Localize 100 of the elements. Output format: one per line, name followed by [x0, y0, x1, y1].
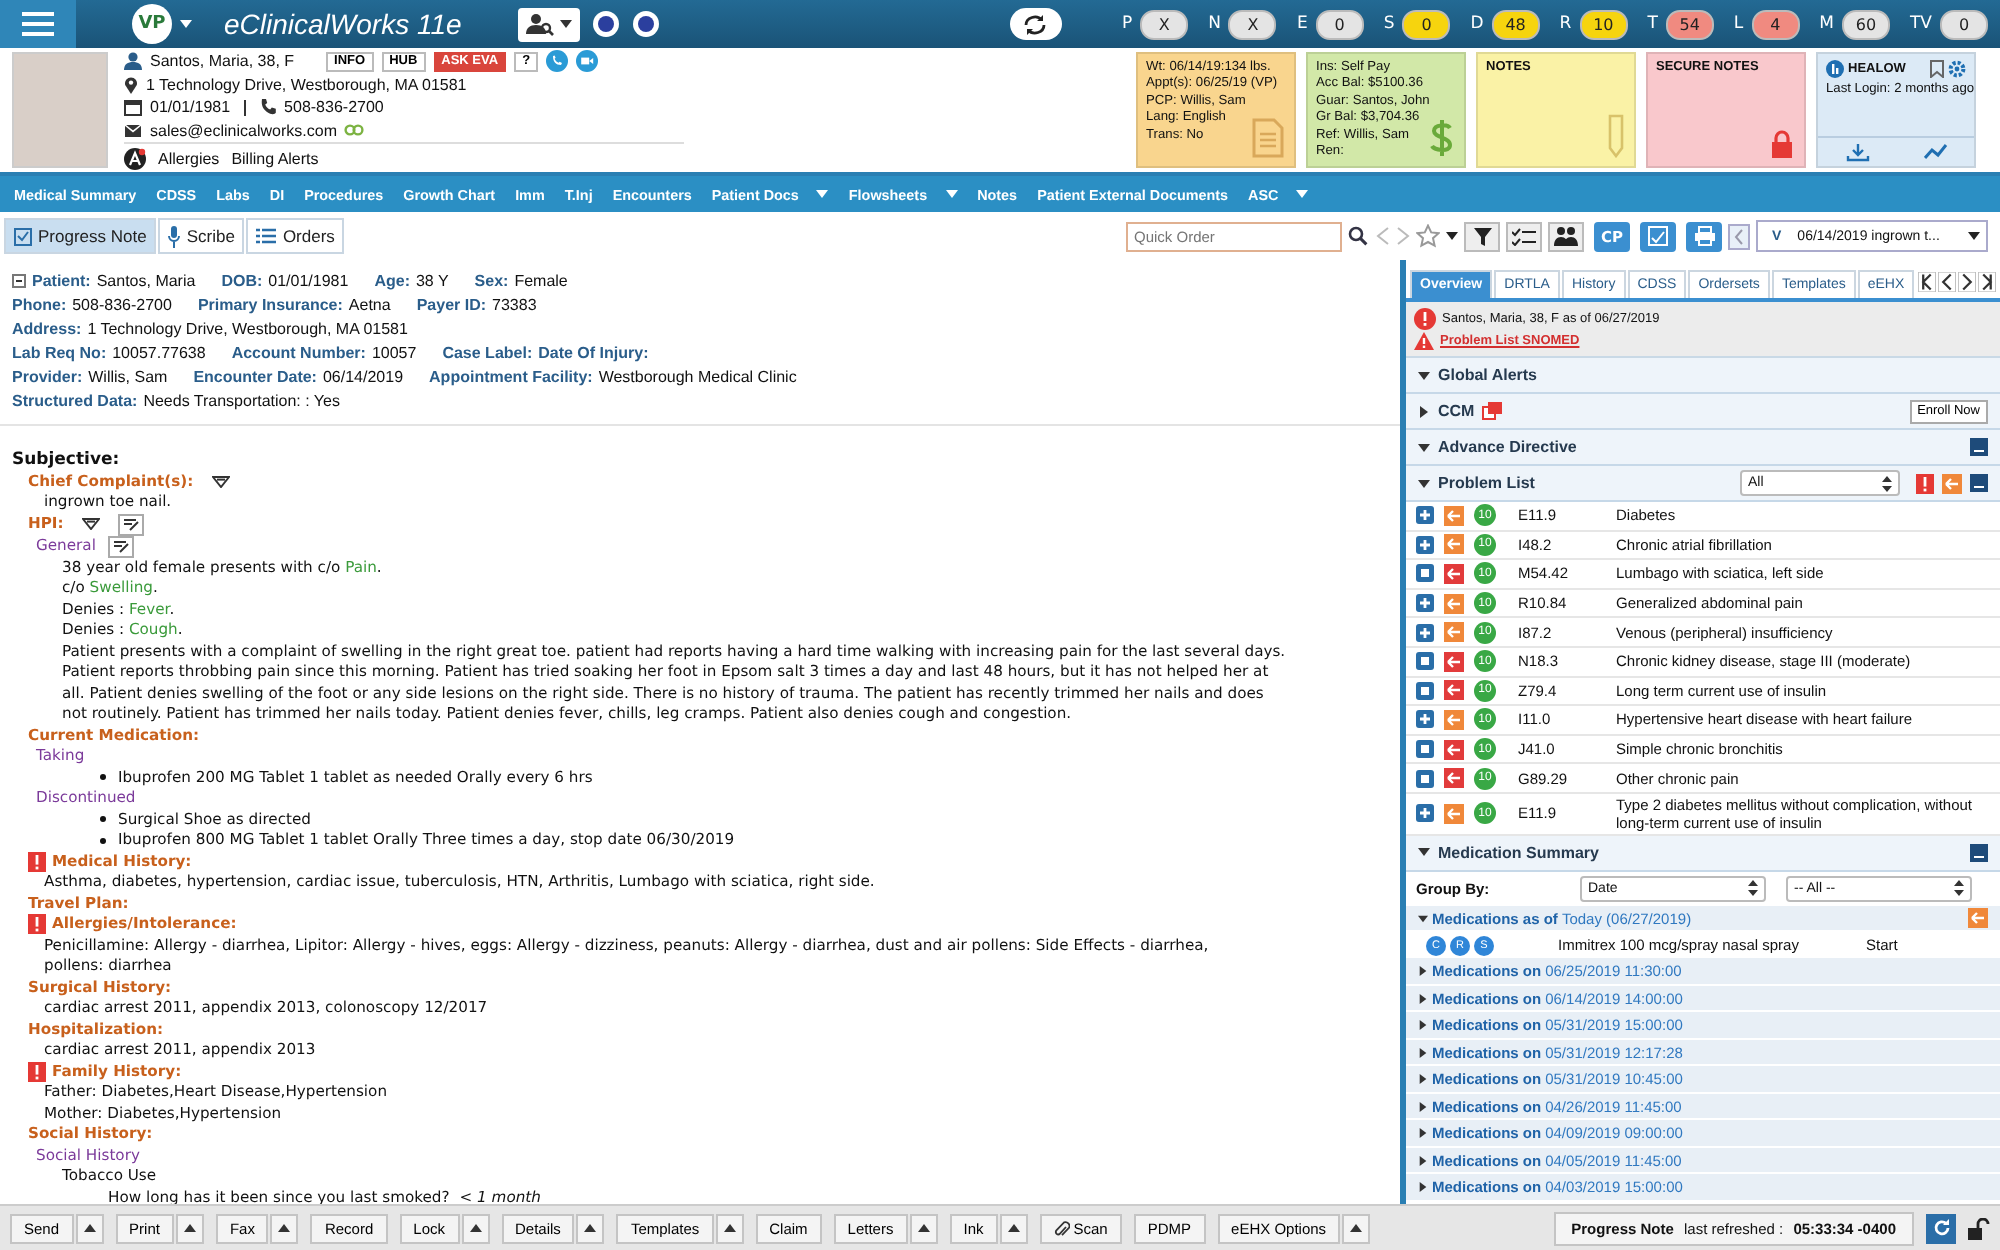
- star-icon[interactable]: [1416, 224, 1440, 248]
- collapse-icon[interactable]: [12, 273, 26, 287]
- counter-badge[interactable]: 10: [1579, 9, 1628, 39]
- last-page-icon[interactable]: [1978, 272, 1997, 292]
- arrow-left-icon[interactable]: [1444, 563, 1464, 584]
- arrow-left-icon[interactable]: [1444, 680, 1464, 701]
- menu-caret-button[interactable]: [270, 1213, 299, 1243]
- menu-caret-button[interactable]: [1342, 1213, 1371, 1243]
- counter-badge[interactable]: 48: [1491, 9, 1540, 39]
- circle-icon[interactable]: [591, 10, 620, 38]
- arrow-left-icon[interactable]: [1444, 803, 1464, 824]
- field-label: Address:: [12, 319, 82, 337]
- expand-icon[interactable]: [1418, 405, 1430, 417]
- expand-icon[interactable]: [1418, 441, 1430, 453]
- square-icon[interactable]: [1416, 740, 1434, 759]
- counter-label: N: [1208, 14, 1221, 34]
- patient-link[interactable]: Billing Alerts: [231, 150, 319, 168]
- previous-icon[interactable]: [1938, 272, 1957, 292]
- minimize-icon[interactable]: [1970, 843, 1988, 862]
- search-icon[interactable]: [1348, 226, 1370, 246]
- phone-icon[interactable]: [546, 50, 569, 72]
- minimize-icon[interactable]: [1970, 438, 1988, 456]
- trend-line-icon[interactable]: [1923, 144, 1947, 160]
- arrow-left-icon[interactable]: [1444, 651, 1464, 672]
- arrow-left-icon[interactable]: [1968, 908, 1988, 929]
- counter-badge[interactable]: 0: [1315, 9, 1364, 39]
- counter-badge[interactable]: 4: [1751, 9, 1800, 39]
- square-icon[interactable]: [1416, 564, 1434, 583]
- counter-badge[interactable]: X: [1228, 9, 1277, 39]
- dropdown-icon[interactable]: [211, 475, 230, 488]
- bookmark-icon[interactable]: [1930, 60, 1944, 78]
- menu-caret-button[interactable]: [175, 1213, 204, 1243]
- arrow-left-icon[interactable]: [1444, 622, 1464, 643]
- alert-icon[interactable]: [1916, 473, 1934, 493]
- panel-header[interactable]: Advance Directive: [1406, 430, 2000, 466]
- people-button[interactable]: [1548, 221, 1584, 251]
- patient-link[interactable]: Allergies: [158, 150, 220, 168]
- expand-icon[interactable]: [1418, 846, 1430, 859]
- edit-icon[interactable]: [117, 513, 144, 535]
- field-label: Primary Insurance:: [197, 295, 343, 313]
- counter-badge[interactable]: 54: [1665, 9, 1714, 39]
- circle-icon[interactable]: [631, 10, 660, 38]
- filter-button[interactable]: [1464, 221, 1500, 251]
- note-button[interactable]: [1640, 221, 1676, 251]
- plus-icon[interactable]: [1416, 710, 1434, 729]
- note-tab[interactable]: Scribe: [158, 218, 245, 254]
- caret-icon[interactable]: [180, 20, 192, 28]
- plus-icon[interactable]: [1416, 623, 1434, 642]
- menu-caret-button[interactable]: [461, 1213, 489, 1243]
- menu-caret-button[interactable]: [715, 1213, 744, 1243]
- menu-button[interactable]: [0, 0, 76, 48]
- first-page-icon[interactable]: [1918, 272, 1937, 292]
- plus-icon[interactable]: [1416, 594, 1434, 613]
- previous-encounter-icon[interactable]: [1728, 223, 1750, 249]
- download-icon[interactable]: [1845, 143, 1869, 161]
- counter-badge[interactable]: 0: [1402, 9, 1451, 39]
- arrow-left-icon[interactable]: [1444, 768, 1464, 789]
- arrow-left-icon[interactable]: [1444, 505, 1464, 526]
- settings-icon[interactable]: [1948, 60, 1966, 78]
- counter-badge[interactable]: 0: [1940, 9, 1988, 39]
- plus-icon[interactable]: [1416, 506, 1434, 525]
- counter-badge[interactable]: X: [1140, 9, 1189, 39]
- checklist-button[interactable]: [1506, 221, 1542, 251]
- panel-title: Global Alerts: [1438, 366, 1537, 384]
- expand-icon[interactable]: [1418, 477, 1430, 489]
- patient-search-button[interactable]: [517, 7, 580, 41]
- square-icon[interactable]: [1416, 681, 1434, 700]
- print-button[interactable]: [1686, 221, 1722, 251]
- arrow-left-icon[interactable]: [1444, 739, 1464, 760]
- square-icon[interactable]: [1416, 769, 1434, 788]
- menu-caret-button[interactable]: [909, 1213, 938, 1243]
- refresh-button[interactable]: [1009, 8, 1062, 40]
- square-icon[interactable]: [1416, 652, 1434, 671]
- arrow-left-icon[interactable]: [1444, 534, 1464, 555]
- caret-icon[interactable]: [1446, 232, 1458, 240]
- expand-icon[interactable]: [1418, 369, 1430, 381]
- panel-header[interactable]: Medication Summary: [1406, 835, 2000, 872]
- unlock-icon[interactable]: [1968, 1217, 1990, 1239]
- video-icon[interactable]: [576, 50, 599, 72]
- spinner-icon: [1748, 880, 1758, 897]
- panel-title: Problem List: [1438, 474, 1535, 492]
- patient-address: 1 Technology Drive, Westborough, MA 01581: [146, 75, 467, 93]
- arrow-left-icon[interactable]: [1444, 593, 1464, 614]
- menu-caret-button[interactable]: [999, 1213, 1028, 1243]
- next-icon[interactable]: [1958, 272, 1977, 292]
- counter-badge[interactable]: 60: [1841, 9, 1890, 39]
- caret-up-icon: [723, 1224, 736, 1232]
- arrow-left-icon[interactable]: [1444, 709, 1464, 730]
- dropdown-icon[interactable]: [81, 518, 100, 530]
- note-tab[interactable]: Orders: [246, 218, 345, 254]
- menu-caret-button[interactable]: [576, 1213, 605, 1243]
- arrow-left-icon[interactable]: [1942, 473, 1962, 493]
- menu-caret-button[interactable]: [75, 1213, 104, 1243]
- panel-header[interactable]: Global Alerts: [1406, 358, 2000, 394]
- note-tab[interactable]: Progress Note: [4, 218, 157, 254]
- plus-icon[interactable]: [1416, 804, 1434, 823]
- minimize-icon[interactable]: [1970, 474, 1988, 492]
- user-avatar[interactable]: VP: [132, 4, 172, 44]
- edit-icon[interactable]: [107, 535, 134, 557]
- plus-icon[interactable]: [1416, 535, 1434, 554]
